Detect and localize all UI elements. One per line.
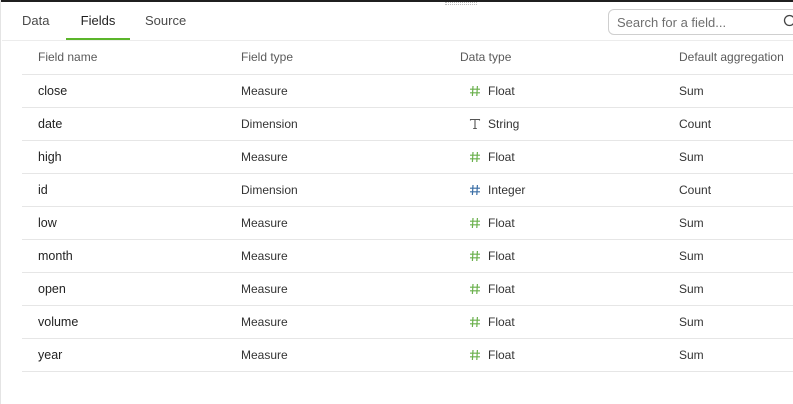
field-name-cell[interactable]: low: [38, 207, 57, 239]
search-icon[interactable]: [783, 14, 793, 30]
hash-icon: [470, 250, 480, 262]
data-type-label: String: [488, 117, 520, 131]
hash-icon: [470, 217, 480, 229]
table-row[interactable]: close Measure Float Sum: [22, 75, 793, 108]
column-header-field-type[interactable]: Field type: [241, 41, 293, 74]
data-type-cell[interactable]: Float: [460, 273, 515, 305]
field-type-cell[interactable]: Measure: [241, 240, 288, 272]
field-type-cell[interactable]: Measure: [241, 306, 288, 338]
data-type-cell[interactable]: Float: [460, 306, 515, 338]
column-header-data-type[interactable]: Data type: [460, 41, 511, 74]
data-type-cell[interactable]: Float: [460, 75, 515, 107]
data-type-label: Float: [488, 84, 515, 98]
field-name-cell[interactable]: volume: [38, 306, 78, 338]
default-aggregation-cell[interactable]: Sum: [679, 273, 704, 305]
resize-handle[interactable]: [445, 2, 477, 5]
default-aggregation-cell[interactable]: Sum: [679, 141, 704, 173]
field-type-cell[interactable]: Measure: [241, 75, 288, 107]
tab-bar: Data Fields Source: [1, 2, 205, 40]
field-type-cell[interactable]: Dimension: [241, 174, 298, 206]
hash-icon: [470, 349, 480, 361]
fields-table: Field name Field type Data type Default …: [22, 41, 793, 372]
data-type-cell[interactable]: Float: [460, 240, 515, 272]
field-type-cell[interactable]: Measure: [241, 339, 288, 371]
tab-fields[interactable]: Fields: [66, 2, 130, 40]
default-aggregation-cell[interactable]: Sum: [679, 339, 704, 371]
field-type-cell[interactable]: Measure: [241, 207, 288, 239]
data-type-label: Float: [488, 315, 515, 329]
field-type-cell[interactable]: Measure: [241, 141, 288, 173]
table-row[interactable]: volume Measure Float Sum: [22, 306, 793, 339]
data-type-cell[interactable]: Integer: [460, 174, 525, 206]
data-type-cell[interactable]: String: [460, 108, 519, 140]
data-type-cell[interactable]: Float: [460, 207, 515, 239]
column-header-field-name[interactable]: Field name: [38, 41, 97, 74]
field-type-cell[interactable]: Dimension: [241, 108, 298, 140]
column-header-default-aggregation[interactable]: Default aggregation: [679, 41, 784, 74]
table-row[interactable]: id Dimension Integer Count: [22, 174, 793, 207]
data-type-label: Float: [488, 150, 515, 164]
hash-icon: [470, 283, 480, 295]
fields-panel: Data Fields Source Field name Field type…: [0, 0, 793, 404]
tab-source[interactable]: Source: [145, 2, 205, 40]
field-type-cell[interactable]: Measure: [241, 273, 288, 305]
default-aggregation-cell[interactable]: Sum: [679, 75, 704, 107]
table-row[interactable]: high Measure Float Sum: [22, 141, 793, 174]
field-name-cell[interactable]: close: [38, 75, 67, 107]
data-type-label: Integer: [488, 183, 526, 197]
default-aggregation-cell[interactable]: Count: [679, 108, 711, 140]
field-name-cell[interactable]: date: [38, 108, 62, 140]
data-type-cell[interactable]: Float: [460, 141, 515, 173]
data-type-label: Float: [488, 216, 515, 230]
hash-icon: [470, 151, 480, 163]
hash-icon: [470, 316, 480, 328]
data-type-label: Float: [488, 348, 515, 362]
table-row[interactable]: month Measure Float Sum: [22, 240, 793, 273]
table-row[interactable]: date Dimension String Count: [22, 108, 793, 141]
field-name-cell[interactable]: id: [38, 174, 48, 206]
default-aggregation-cell[interactable]: Sum: [679, 207, 704, 239]
tab-data[interactable]: Data: [22, 2, 66, 40]
table-row[interactable]: year Measure Float Sum: [22, 339, 793, 372]
data-type-label: Float: [488, 282, 515, 296]
table-row[interactable]: low Measure Float Sum: [22, 207, 793, 240]
table-header: Field name Field type Data type Default …: [22, 41, 793, 75]
table-row[interactable]: open Measure Float Sum: [22, 273, 793, 306]
field-name-cell[interactable]: high: [38, 141, 62, 173]
default-aggregation-cell[interactable]: Sum: [679, 240, 704, 272]
search-box: [608, 9, 793, 35]
hash-icon: [470, 184, 480, 196]
default-aggregation-cell[interactable]: Sum: [679, 306, 704, 338]
search-input[interactable]: [617, 13, 767, 31]
data-type-cell[interactable]: Float: [460, 339, 515, 371]
data-type-label: Float: [488, 249, 515, 263]
text-T-icon: [469, 118, 481, 130]
field-name-cell[interactable]: month: [38, 240, 73, 272]
field-name-cell[interactable]: open: [38, 273, 66, 305]
default-aggregation-cell[interactable]: Count: [679, 174, 711, 206]
field-name-cell[interactable]: year: [38, 339, 62, 371]
hash-icon: [470, 85, 480, 97]
